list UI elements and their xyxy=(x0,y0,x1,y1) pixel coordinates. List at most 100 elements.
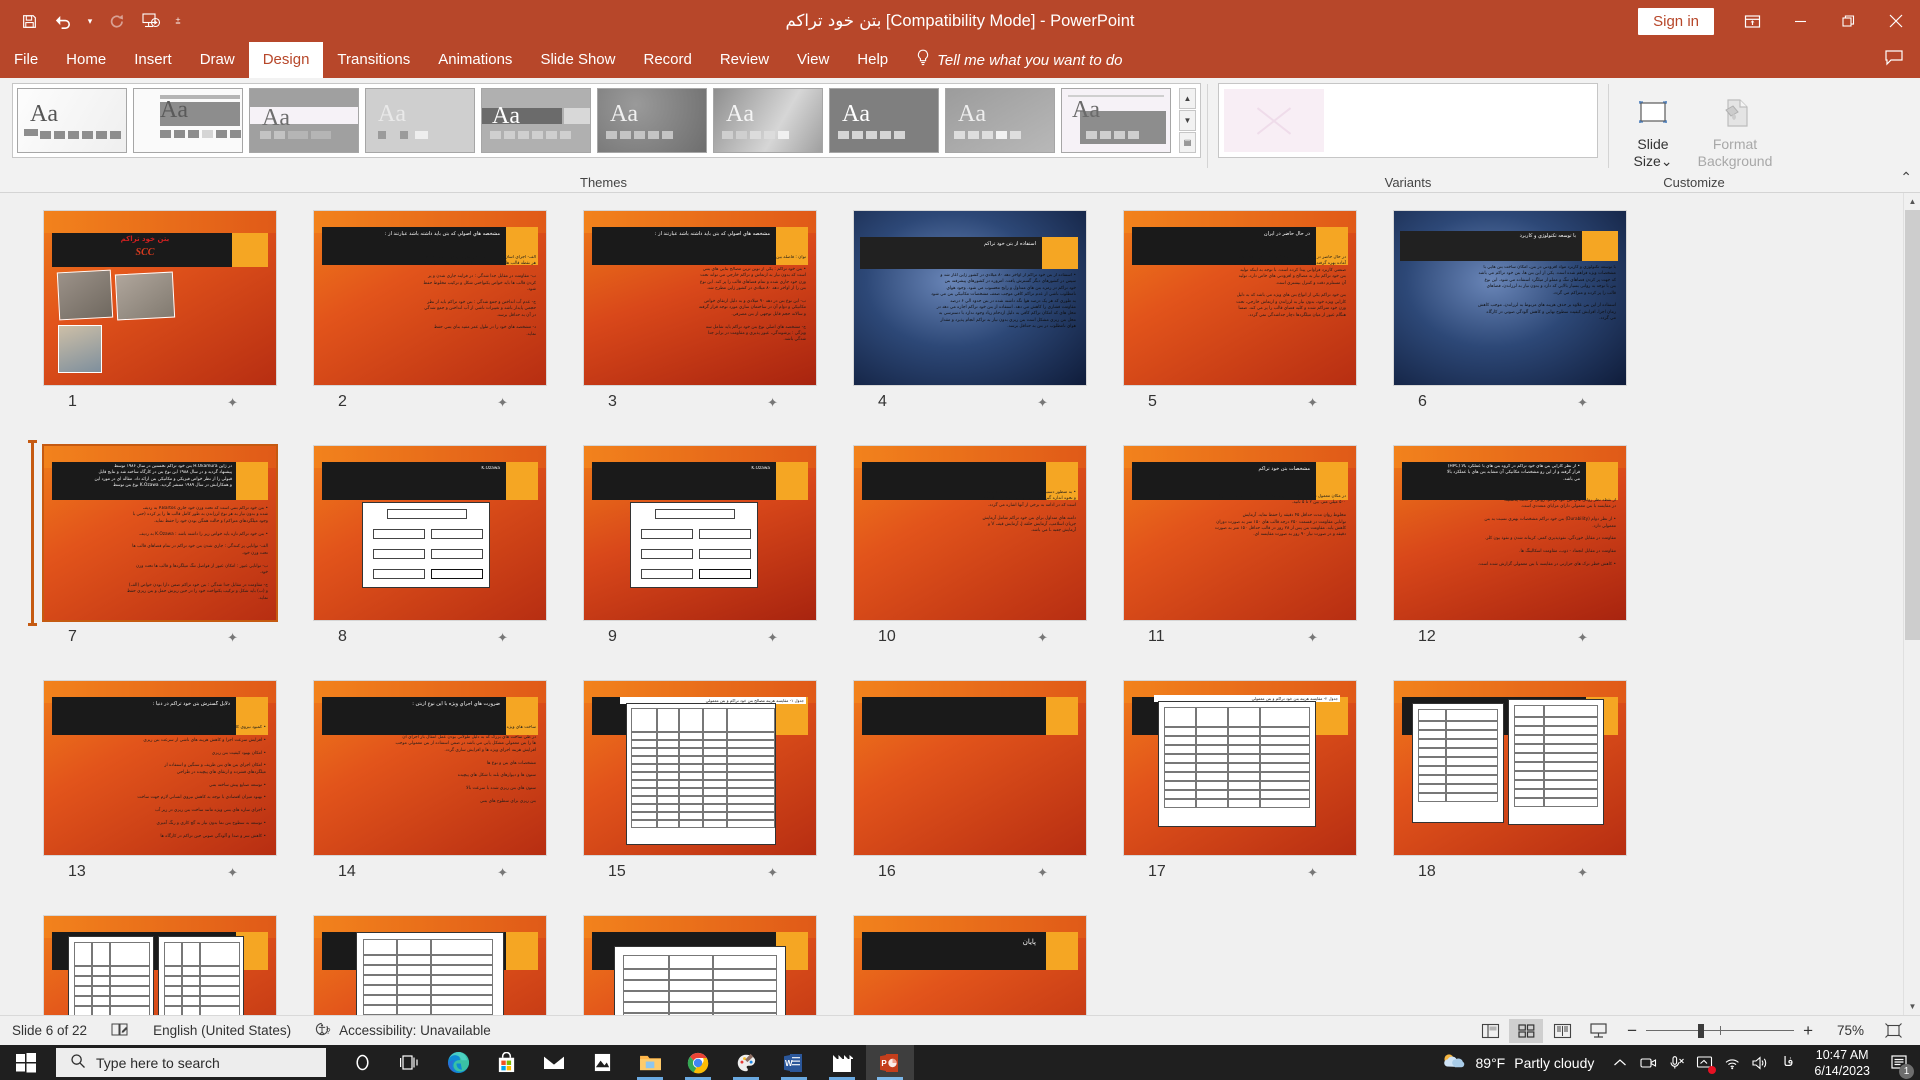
slide-thumbnail-8[interactable]: K.Ozawa xyxy=(314,446,546,620)
slide-thumbnail-2[interactable]: مشخصه هاي اصولي که بتن باید داشته باشد ع… xyxy=(314,211,546,385)
slide-thumbnail-10[interactable]: • به منظور دستیابي به مشخصات فوق، H.Okam… xyxy=(854,446,1086,620)
slide-cell-7[interactable]: در ژاپن H.Okamura بتن خود تراکم نخستین د… xyxy=(22,440,292,675)
slide-thumbnail-14[interactable]: ضرورت هاي اجراي ویژه با این نوع ازبتن : … xyxy=(314,681,546,855)
slide-thumbnail-17[interactable]: جدول ۲- مقایسه هزینه بتن خود تراکم و بتن… xyxy=(1124,681,1356,855)
animation-indicator-icon[interactable]: ✦ xyxy=(1037,865,1048,881)
undo-icon[interactable] xyxy=(48,6,78,36)
slide-thumbnail-4[interactable]: استفاده از بتن خود تراکم • استفاده از بت… xyxy=(854,211,1086,385)
animation-indicator-icon[interactable]: ✦ xyxy=(497,395,508,411)
slide-cell-10[interactable]: • به منظور دستیابي به مشخصات فوق، H.Okam… xyxy=(832,440,1102,675)
slide-cell-4[interactable]: استفاده از بتن خود تراکم • استفاده از بت… xyxy=(832,205,1102,440)
slide-cell-12[interactable]: • از نظر کارایي بتن هاي خود تراکم در گرو… xyxy=(1372,440,1642,675)
animation-indicator-icon[interactable]: ✦ xyxy=(227,395,238,411)
google-chrome-icon[interactable] xyxy=(674,1045,722,1080)
slide-thumbnail-5[interactable]: در حال حاضر در ایران در حال حاضر در ایرا… xyxy=(1124,211,1356,385)
scroll-down-arrow-icon[interactable]: ▼ xyxy=(1904,998,1920,1015)
slide-cell-1[interactable]: بتن خود تراکم SCC 1 ✦ xyxy=(22,205,292,440)
slide-sorter-view-button[interactable] xyxy=(1509,1019,1543,1043)
tab-transitions[interactable]: Transitions xyxy=(323,42,424,78)
zoom-control[interactable]: − + 75% xyxy=(1617,1021,1874,1041)
slide-thumbnail-22[interactable]: پایان xyxy=(854,916,1086,1015)
zoom-in-button[interactable]: + xyxy=(1803,1021,1813,1041)
slide-cell-11[interactable]: مشخصات بتن خود تراکم در مکان معمول داراي… xyxy=(1102,440,1372,675)
tell-me-box[interactable]: Tell me what you want to do xyxy=(902,42,1136,78)
slide-thumbnail-1[interactable]: بتن خود تراکم SCC xyxy=(44,211,276,385)
tab-record[interactable]: Record xyxy=(629,42,705,78)
tab-insert[interactable]: Insert xyxy=(120,42,186,78)
slide-thumbnail-3[interactable]: مشخصه هاي اصولي که بتن باید داشته باشد ع… xyxy=(584,211,816,385)
display-alert-icon[interactable] xyxy=(1690,1045,1718,1080)
slide-counter[interactable]: Slide 6 of 22 xyxy=(0,1016,99,1046)
redo-icon[interactable] xyxy=(102,6,132,36)
weather-widget[interactable]: 89°F Partly cloudy xyxy=(1441,1051,1607,1074)
network-icon[interactable] xyxy=(1718,1045,1746,1080)
tab-design[interactable]: Design xyxy=(249,42,324,78)
slide-cell-9[interactable]: K.Ozawa 9 ✦ xyxy=(562,440,832,675)
theme-tile-basis[interactable]: Aa xyxy=(365,88,475,153)
start-from-beginning-icon[interactable] xyxy=(136,6,166,36)
taskbar-clock[interactable]: 10:47 AM 6/14/2023 xyxy=(1802,1047,1882,1079)
slide-thumbnail-16[interactable] xyxy=(854,681,1086,855)
animation-indicator-icon[interactable]: ✦ xyxy=(767,865,778,881)
ribbon-display-options-icon[interactable] xyxy=(1728,0,1776,42)
animation-indicator-icon[interactable]: ✦ xyxy=(497,865,508,881)
tab-view[interactable]: View xyxy=(783,42,843,78)
undo-dropdown-caret-icon[interactable]: ▾ xyxy=(82,6,98,36)
minimize-button[interactable] xyxy=(1776,0,1824,42)
slide-cell-8[interactable]: K.Ozawa 8 ✦ xyxy=(292,440,562,675)
scroll-up-arrow-icon[interactable]: ▲ xyxy=(1904,193,1920,210)
photos-icon[interactable] xyxy=(578,1045,626,1080)
themes-scroll-down-button[interactable]: ▼ xyxy=(1179,110,1196,131)
task-view-icon[interactable] xyxy=(386,1045,434,1080)
slide-thumbnail-18[interactable] xyxy=(1394,681,1626,855)
collapse-ribbon-button[interactable]: ⌃ xyxy=(1900,169,1912,186)
slide-cell-16[interactable]: 16 ✦ xyxy=(832,675,1102,910)
theme-tile-berlin[interactable]: Aa xyxy=(133,88,243,153)
variant-tile-1[interactable] xyxy=(1224,89,1324,152)
comments-icon[interactable] xyxy=(1884,49,1904,71)
webcam-icon[interactable] xyxy=(1634,1045,1662,1080)
slide-cell-22[interactable]: پایان 22 xyxy=(832,910,1102,1015)
animation-indicator-icon[interactable]: ✦ xyxy=(767,630,778,646)
tab-review[interactable]: Review xyxy=(706,42,783,78)
theme-tile-celestial[interactable]: Aa xyxy=(713,88,823,153)
tab-home[interactable]: Home xyxy=(52,42,120,78)
theme-tile-dividend[interactable]: Aa xyxy=(829,88,939,153)
file-explorer-icon[interactable] xyxy=(626,1045,674,1080)
reading-view-button[interactable] xyxy=(1545,1019,1579,1043)
animation-indicator-icon[interactable]: ✦ xyxy=(497,630,508,646)
scrollbar-thumb[interactable] xyxy=(1905,210,1920,640)
slide-cell-21[interactable]: 21 xyxy=(562,910,832,1015)
restore-button[interactable] xyxy=(1824,0,1872,42)
slide-cell-17[interactable]: جدول ۲- مقایسه هزینه بتن خود تراکم و بتن… xyxy=(1102,675,1372,910)
slide-thumbnail-15[interactable]: جدول ۱- مقایسه هزینه مصالح بتن خود تراکم… xyxy=(584,681,816,855)
themes-more-button[interactable]: ▤ xyxy=(1179,132,1196,153)
animation-indicator-icon[interactable]: ✦ xyxy=(1037,630,1048,646)
taskbar-search-box[interactable]: Type here to search xyxy=(56,1048,326,1077)
theme-tile-banded[interactable]: Aa xyxy=(249,88,359,153)
slide-thumbnail-11[interactable]: مشخصات بتن خود تراکم در مکان معمول داراي… xyxy=(1124,446,1356,620)
tab-help[interactable]: Help xyxy=(843,42,902,78)
slide-thumbnail-12[interactable]: • از نظر کارایي بتن هاي خود تراکم در گرو… xyxy=(1394,446,1626,620)
microsoft-word-icon[interactable]: W xyxy=(770,1045,818,1080)
slide-cell-19[interactable]: 19 xyxy=(22,910,292,1015)
start-button[interactable] xyxy=(0,1045,52,1080)
slide-cell-15[interactable]: جدول ۱- مقایسه هزینه مصالح بتن خود تراکم… xyxy=(562,675,832,910)
animation-indicator-icon[interactable]: ✦ xyxy=(1307,630,1318,646)
slide-cell-3[interactable]: مشخصه هاي اصولي که بتن باید داشته باشد ع… xyxy=(562,205,832,440)
variants-gallery[interactable] xyxy=(1218,83,1598,158)
slide-sorter-pane[interactable]: بتن خود تراکم SCC 1 ✦ مشخصه هاي اصولي ک xyxy=(0,193,1920,1015)
theme-tile-droplet[interactable]: Aa xyxy=(945,88,1055,153)
animation-indicator-icon[interactable]: ✦ xyxy=(1307,865,1318,881)
fit-slide-to-window-icon[interactable] xyxy=(1876,1019,1910,1043)
tab-slide-show[interactable]: Slide Show xyxy=(526,42,629,78)
slide-show-button[interactable] xyxy=(1581,1019,1615,1043)
slide-thumbnail-6[interactable]: با توسعه تکنولوژي و کاربرد با توسعه تکنو… xyxy=(1394,211,1626,385)
close-button[interactable] xyxy=(1872,0,1920,42)
zoom-out-button[interactable]: − xyxy=(1627,1021,1637,1041)
sorter-vertical-scrollbar[interactable]: ▲ ▼ xyxy=(1903,193,1920,1015)
microsoft-edge-icon[interactable] xyxy=(434,1045,482,1080)
animation-indicator-icon[interactable]: ✦ xyxy=(227,630,238,646)
zoom-slider[interactable] xyxy=(1646,1024,1794,1038)
show-hidden-icons-caret[interactable] xyxy=(1606,1045,1634,1080)
